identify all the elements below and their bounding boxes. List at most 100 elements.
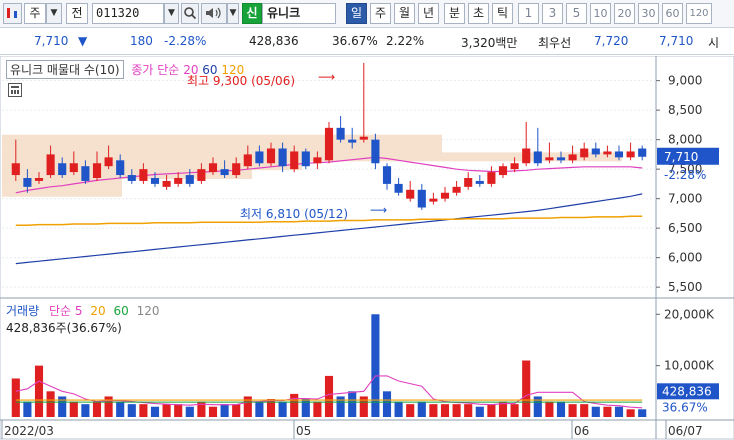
candle-up <box>162 180 171 187</box>
low-annotation: 최저 6,810 (05/12) <box>240 207 349 221</box>
interval-1[interactable]: 1 <box>518 3 539 24</box>
candle-down <box>58 163 67 176</box>
toolbar: 주 ▼ 전 011320 ▼ ▼ 신 유니크 일 주 월 년 분 초 틱 1 3… <box>0 0 734 28</box>
candle-down <box>371 139 380 164</box>
x-tick-label: 06 <box>574 424 589 438</box>
stock-code-input[interactable]: 011320 <box>92 3 164 24</box>
code-dropdown-arrow[interactable]: ▼ <box>164 3 179 24</box>
candle-up <box>139 169 148 181</box>
current-price-label: 7,710 <box>664 150 698 164</box>
volume-bar <box>174 404 183 417</box>
candle-down <box>638 148 647 157</box>
candle-down <box>127 175 136 181</box>
interval-60[interactable]: 60 <box>662 3 683 24</box>
current-volume-label: 428,836 <box>662 384 712 398</box>
price-change-pct: -2.28% <box>164 34 207 48</box>
volume-bar <box>382 391 392 417</box>
volume-bar <box>290 393 299 417</box>
turnover: 2.22% <box>386 34 425 48</box>
volume-bar <box>116 401 125 417</box>
volume-bar <box>278 401 287 417</box>
interval-30[interactable]: 30 <box>638 3 659 24</box>
interval-20[interactable]: 20 <box>614 3 635 24</box>
volume-value: 428,836주(36.67%) <box>6 321 122 335</box>
period-tick[interactable]: 틱 <box>492 3 513 24</box>
period-day[interactable]: 일 <box>346 3 367 24</box>
volume-bar <box>452 404 461 417</box>
volume-bar <box>232 404 241 417</box>
chart-type-icon[interactable] <box>3 3 22 24</box>
volume-bar <box>34 365 44 417</box>
vol-ma-120: 120 <box>136 304 160 318</box>
volume-bar <box>243 396 252 417</box>
candle-up <box>208 163 218 173</box>
volume-bar <box>185 406 194 417</box>
period-year[interactable]: 년 <box>418 3 439 24</box>
interval-5[interactable]: 5 <box>566 3 587 24</box>
price-volume-chart[interactable]: 9,0008,5008,0007,5007,0006,5006,0005,500… <box>0 56 734 440</box>
volume-bar <box>406 404 415 417</box>
volume-bar <box>464 404 473 417</box>
volume-bar <box>313 401 322 417</box>
volume-bar <box>208 406 218 417</box>
price-tick-label: 6,500 <box>668 221 702 235</box>
volume-panel-title[interactable]: 거래량 <box>6 304 39 318</box>
speaker-icon[interactable] <box>201 3 227 24</box>
candle-down <box>348 139 357 143</box>
candle-up <box>46 154 55 176</box>
candle-up <box>487 172 496 184</box>
candle-up <box>313 157 322 164</box>
volume-bar <box>475 406 484 417</box>
candle-up <box>197 169 206 181</box>
volume-bar <box>81 404 90 417</box>
volume-bar <box>440 404 450 417</box>
prev-button[interactable]: 전 <box>66 3 88 24</box>
price-panel-title[interactable]: 유니크 매물대 수(10) <box>6 60 124 79</box>
search-icon[interactable] <box>181 3 199 24</box>
volume-bar <box>58 396 67 417</box>
period-week[interactable]: 주 <box>370 3 391 24</box>
price-tick-label: 7,000 <box>668 192 702 206</box>
calculator-icon[interactable] <box>8 83 22 97</box>
volume-bar <box>162 404 171 417</box>
volume-bar <box>371 314 380 417</box>
candle-up <box>266 148 276 164</box>
speaker-dropdown-arrow[interactable]: ▼ <box>227 3 239 24</box>
price-tick-label: 6,000 <box>668 251 702 265</box>
interval-10[interactable]: 10 <box>590 3 611 24</box>
price-tick-label: 5,500 <box>668 280 702 294</box>
volume-bar <box>614 406 624 417</box>
candle-up <box>429 198 438 202</box>
candle-up <box>580 148 589 158</box>
candle-down <box>614 151 624 158</box>
candle-down <box>417 189 426 208</box>
period-minute[interactable]: 분 <box>444 3 465 24</box>
x-tick-label: 2022/03 <box>4 424 54 438</box>
candle-up <box>406 189 415 199</box>
volume-legend: 거래량 단순 5 20 60 120 <box>6 302 159 319</box>
candle-down <box>533 151 542 164</box>
price-tick-label: 8,000 <box>668 133 702 147</box>
market-dropdown-arrow[interactable]: ▼ <box>46 3 62 24</box>
chart-area[interactable]: 9,000 8,500 8,000 7,500 7,000 6,500 6,000 5,500… <box>0 56 734 440</box>
period-month[interactable]: 월 <box>394 3 415 24</box>
period-second[interactable]: 초 <box>468 3 489 24</box>
volume-bar <box>638 409 647 417</box>
down-arrow-icon: ▼ <box>78 34 88 48</box>
volume-bar <box>150 406 160 417</box>
volume-bar <box>220 404 229 417</box>
interval-3[interactable]: 3 <box>542 3 563 24</box>
candle-up <box>34 178 44 181</box>
interval-120[interactable]: 120 <box>686 3 712 24</box>
ma-legend-label: 종가 단순 <box>131 63 180 77</box>
candle-up <box>626 151 635 158</box>
best-ask: 7,720 <box>594 34 629 48</box>
candle-down <box>220 169 229 176</box>
market-select[interactable]: 주 <box>24 3 46 24</box>
vol-ma-5: 5 <box>74 304 83 318</box>
volume-bar <box>139 404 148 417</box>
x-tick-label: 06/07 <box>668 424 703 438</box>
candle-down <box>81 166 90 181</box>
candle-up <box>232 163 241 176</box>
candle-down <box>185 175 194 184</box>
